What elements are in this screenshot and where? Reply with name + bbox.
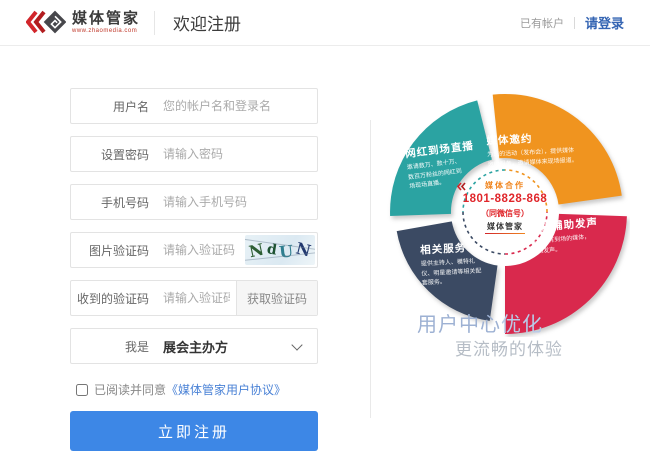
promo-panel: 网红到场直播 邀请数万、数十万、数百万粉丝的网红到场现场直播。 媒体邀约 为您的… — [370, 46, 650, 466]
contact-brand-underline — [485, 233, 525, 235]
segment-label-influencer-live: 网红到场直播 邀请数万、数十万、数百万粉丝的网红到场现场直播。 — [404, 140, 463, 193]
sms-code-field-row: 收到的验证码 获取验证码 — [70, 280, 318, 316]
captcha-image[interactable]: N d U N — [245, 235, 315, 265]
brand-name: 媒体管家 — [72, 11, 140, 26]
content-divider — [370, 120, 371, 418]
contact-phone: 1801-8828-868 — [463, 194, 548, 206]
contact-note: （同微信号） — [481, 210, 529, 218]
image-captcha-label: 图片验证码 — [71, 242, 149, 259]
phone-label: 手机号码 — [71, 194, 149, 211]
phone-field-row: 手机号码 — [70, 184, 318, 220]
agreement-text: 已阅读并同意 — [94, 381, 166, 398]
chevron-down-icon — [291, 339, 302, 350]
agreement-row: 已阅读并同意 《媒体管家用户协议》 — [76, 381, 318, 398]
image-captcha-field-row: 图片验证码 N d U N — [70, 232, 318, 268]
tagline-secondary: 更流畅的体验 — [455, 335, 563, 360]
header-link-divider — [574, 17, 575, 29]
tagline-primary-b: 优化 — [501, 314, 543, 336]
segment-desc: 提供主持人、模特礼仪、明星邀请等相关配套服务。 — [421, 257, 484, 289]
services-wheel: 网红到场直播 邀请数万、数十万、数百万粉丝的网红到场现场直播。 媒体邀约 为您的… — [380, 87, 630, 337]
agreement-checkbox[interactable] — [76, 384, 88, 396]
password-input[interactable] — [149, 147, 317, 161]
captcha-char: d — [266, 242, 278, 257]
username-field-row: 用户名 — [70, 88, 318, 124]
mini-chevrons-icon — [457, 182, 468, 191]
brand-logo[interactable]: 媒体管家 www.zhaomedia.com — [26, 8, 140, 38]
captcha-char: N — [295, 240, 313, 259]
sms-code-label: 收到的验证码 — [71, 290, 149, 307]
password-label: 设置密码 — [71, 146, 149, 163]
brand-logo-icon — [26, 8, 66, 38]
segment-label-media-invite: 媒体邀约 为您的活动（发布会），提供媒体邀约服务，邀请媒体来现场报道。 — [486, 129, 580, 171]
segment-title: 相关服务 — [420, 239, 483, 257]
brand-site: www.zhaomedia.com — [72, 28, 140, 34]
password-field-row: 设置密码 — [70, 136, 318, 172]
role-select[interactable]: 我是 展会主办方 — [70, 328, 318, 364]
header: 媒体管家 www.zhaomedia.com 欢迎注册 已有帐户 请登录 — [0, 0, 650, 46]
role-label: 我是 — [71, 338, 149, 355]
tagline-primary: 用户中心优化 — [417, 308, 543, 337]
username-input[interactable] — [149, 99, 317, 113]
register-button[interactable]: 立即注册 — [70, 411, 318, 451]
segment-label-related-services: 相关服务 提供主持人、模特礼仪、明星邀请等相关配套服务。 — [420, 239, 484, 289]
phone-input[interactable] — [149, 195, 317, 209]
registration-form: 用户名 设置密码 手机号码 图片验证码 N d U N 收到的验证码 获取验证码… — [70, 88, 318, 451]
login-link[interactable]: 请登录 — [585, 13, 624, 32]
sms-code-input[interactable] — [149, 291, 236, 305]
tagline-primary-a: 用户中心 — [417, 314, 501, 336]
agreement-link[interactable]: 《媒体管家用户协议》 — [166, 381, 286, 398]
username-label: 用户名 — [71, 98, 149, 115]
page-title: 欢迎注册 — [173, 10, 241, 35]
have-account-label: 已有帐户 — [520, 15, 564, 31]
contact-tag: 媒体合作 — [485, 182, 525, 190]
header-divider — [154, 11, 155, 35]
role-value: 展会主办方 — [149, 337, 293, 356]
contact-center: 媒体合作 1801-8828-868 （同微信号） 媒体管家 — [457, 182, 553, 234]
contact-brand: 媒体管家 — [487, 223, 523, 231]
get-code-button[interactable]: 获取验证码 — [236, 280, 317, 316]
image-captcha-input[interactable] — [149, 243, 245, 257]
